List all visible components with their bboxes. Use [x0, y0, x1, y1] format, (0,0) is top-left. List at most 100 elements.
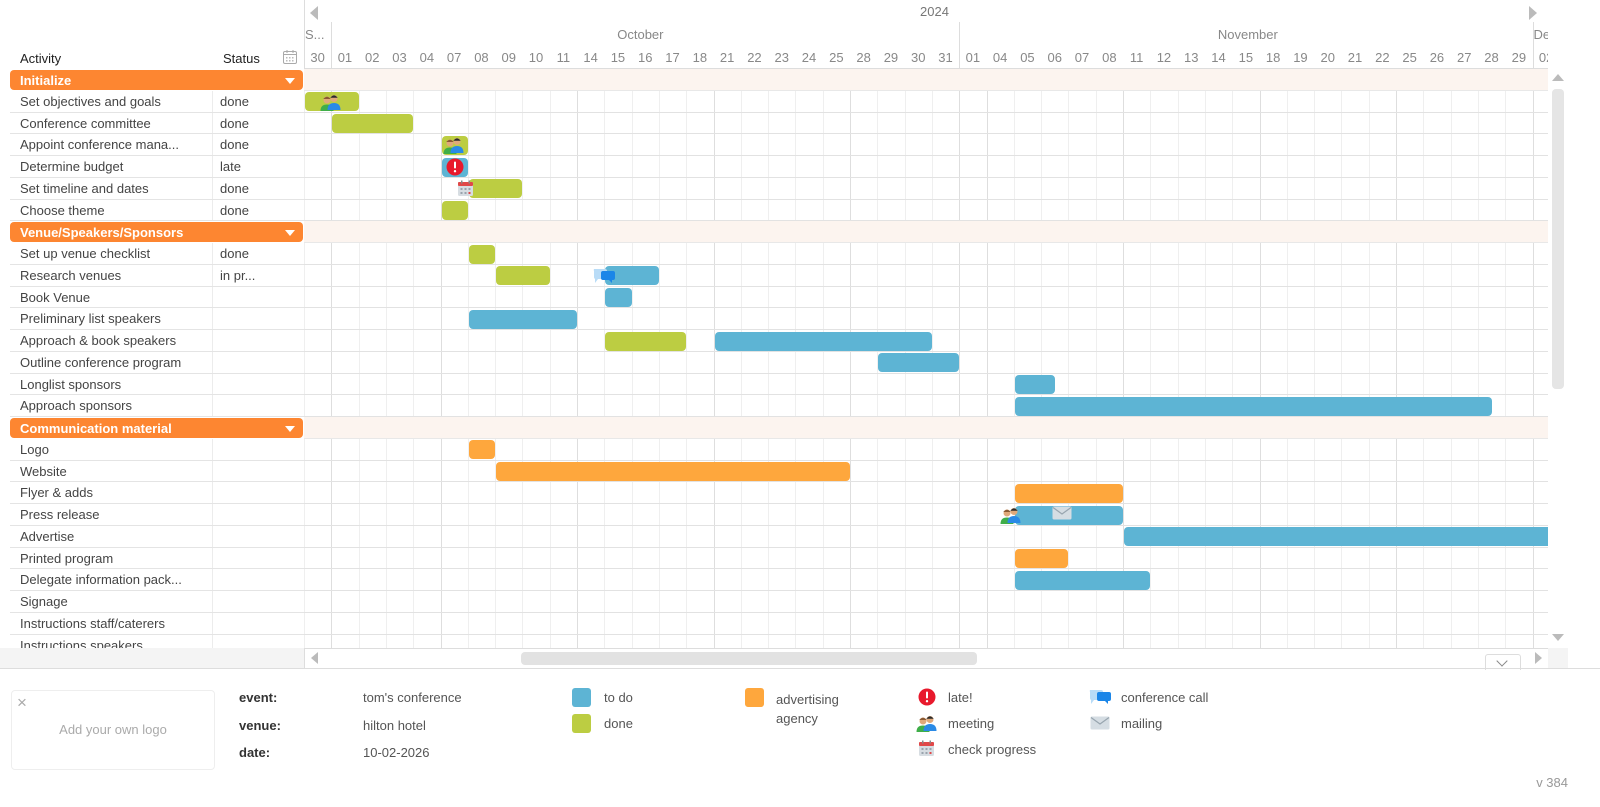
task-bar-todo[interactable]	[1014, 375, 1055, 394]
task-bar-done[interactable]	[468, 244, 496, 264]
task-name[interactable]: Signage	[20, 594, 68, 609]
task-bar-todo[interactable]	[468, 309, 577, 329]
scroll-timeline-right-icon[interactable]	[1529, 6, 1537, 20]
task-bar-adv[interactable]	[1014, 483, 1123, 503]
task-row[interactable]: Logo	[10, 438, 304, 461]
task-row[interactable]: Choose theme done	[10, 199, 304, 222]
venue-value[interactable]: hilton hotel	[363, 718, 426, 733]
task-name[interactable]: Book Venue	[20, 290, 90, 305]
task-name[interactable]: Choose theme	[20, 203, 105, 218]
close-icon[interactable]: ×	[17, 693, 27, 713]
task-name[interactable]: Longlist sponsors	[20, 377, 121, 392]
column-header-activity[interactable]: Activity	[20, 51, 61, 66]
task-row[interactable]: Appoint conference mana... done	[10, 134, 304, 156]
task-name[interactable]: Advertise	[20, 529, 74, 544]
task-row[interactable]: Instructions staff/caterers	[10, 612, 304, 635]
task-row[interactable]: Set up venue checklist done	[10, 243, 304, 265]
task-status[interactable]: late	[220, 159, 241, 174]
task-name[interactable]: Press release	[20, 507, 99, 522]
task-status[interactable]: done	[220, 203, 249, 218]
event-value[interactable]: tom's conference	[363, 690, 462, 705]
task-row[interactable]: Research venues in pr...	[10, 264, 304, 287]
horizontal-scrollbar[interactable]	[304, 648, 1548, 670]
grid-horizontal-scrollbar[interactable]	[0, 648, 304, 668]
caret-down-icon[interactable]	[285, 230, 295, 237]
task-name[interactable]: Preliminary list speakers	[20, 311, 161, 326]
task-name[interactable]: Set objectives and goals	[20, 94, 161, 109]
task-row[interactable]: Outline conference program	[10, 351, 304, 374]
task-bar-adv[interactable]	[1014, 549, 1069, 568]
task-row[interactable]: Press release	[10, 504, 304, 526]
meeting-icon[interactable]	[1000, 506, 1022, 527]
task-row[interactable]: Longlist sponsors	[10, 373, 304, 396]
task-status[interactable]: in pr...	[220, 268, 255, 283]
task-status[interactable]: done	[220, 116, 249, 131]
task-row[interactable]: Website	[10, 460, 304, 483]
logo-upload-area[interactable]: × Add your own logo	[11, 690, 215, 770]
scroll-down-icon[interactable]	[1552, 634, 1564, 641]
horizontal-scroll-thumb[interactable]	[521, 652, 977, 665]
task-row[interactable]: Delegate information pack...	[10, 569, 304, 591]
task-status[interactable]: done	[220, 246, 249, 261]
vertical-scroll-thumb[interactable]	[1552, 89, 1564, 389]
task-name[interactable]: Flyer & adds	[20, 485, 93, 500]
task-row[interactable]: Advertise	[10, 525, 304, 548]
task-name[interactable]: Set up venue checklist	[20, 246, 150, 261]
task-name[interactable]: Logo	[20, 442, 49, 457]
task-bar-done[interactable]	[441, 201, 468, 220]
task-status[interactable]: done	[220, 181, 249, 196]
task-row[interactable]: Signage	[10, 591, 304, 613]
late-icon[interactable]	[446, 158, 464, 179]
group-header[interactable]: Venue/Speakers/Sponsors	[10, 222, 303, 243]
task-name[interactable]: Conference committee	[20, 116, 151, 131]
task-name[interactable]: Approach & book speakers	[20, 333, 176, 348]
task-row[interactable]: Approach sponsors	[10, 395, 304, 417]
task-bar-todo[interactable]	[1014, 396, 1492, 416]
task-name[interactable]: Printed program	[20, 551, 113, 566]
task-status[interactable]: done	[220, 137, 249, 152]
task-name[interactable]: Appoint conference mana...	[20, 137, 179, 152]
vertical-scrollbar[interactable]	[1548, 69, 1568, 648]
task-name[interactable]: Set timeline and dates	[20, 181, 149, 196]
column-header-status[interactable]: Status	[223, 51, 260, 66]
meeting-icon[interactable]	[320, 93, 342, 114]
task-row[interactable]: Determine budget late	[10, 156, 304, 178]
caret-down-icon[interactable]	[285, 78, 295, 84]
task-bar-done[interactable]	[332, 114, 414, 133]
task-name[interactable]: Outline conference program	[20, 355, 181, 370]
task-bar-todo[interactable]	[878, 353, 960, 373]
meeting-icon[interactable]	[443, 136, 465, 157]
task-name[interactable]: Research venues	[20, 268, 121, 283]
task-name[interactable]: Website	[20, 464, 67, 479]
task-row[interactable]: Preliminary list speakers	[10, 308, 304, 330]
task-status[interactable]: done	[220, 94, 249, 109]
task-bar-todo[interactable]	[605, 288, 632, 307]
conference-call-icon[interactable]	[593, 267, 617, 288]
task-name[interactable]: Approach sponsors	[20, 398, 132, 413]
task-row[interactable]: Set objectives and goals done	[10, 90, 304, 113]
task-row[interactable]: Book Venue	[10, 286, 304, 309]
task-name[interactable]: Determine budget	[20, 159, 123, 174]
mailing-icon[interactable]	[1052, 506, 1072, 523]
caret-down-icon[interactable]	[285, 426, 295, 432]
task-row[interactable]: Set timeline and dates done	[10, 177, 304, 200]
scroll-up-icon[interactable]	[1552, 74, 1564, 81]
scroll-left-icon[interactable]	[311, 652, 318, 664]
check-progress-icon[interactable]	[457, 180, 474, 200]
task-row[interactable]: Printed program	[10, 547, 304, 570]
group-header[interactable]: Initialize	[10, 70, 303, 90]
task-bar-adv[interactable]	[496, 462, 850, 481]
task-row[interactable]: Conference committee done	[10, 112, 304, 135]
calendar-icon[interactable]	[282, 49, 298, 65]
date-value[interactable]: 10-02-2026	[363, 745, 430, 760]
task-row[interactable]: Approach & book speakers	[10, 330, 304, 352]
scroll-timeline-left-icon[interactable]	[310, 6, 318, 20]
scroll-right-icon[interactable]	[1535, 652, 1542, 664]
task-bar-done[interactable]	[468, 179, 523, 199]
task-row[interactable]: Flyer & adds	[10, 482, 304, 504]
group-header[interactable]: Communication material	[10, 418, 303, 438]
task-name[interactable]: Delegate information pack...	[20, 572, 182, 587]
task-bar-todo[interactable]	[1014, 570, 1151, 590]
task-bar-todo[interactable]	[714, 331, 932, 351]
task-name[interactable]: Instructions staff/caterers	[20, 616, 165, 631]
